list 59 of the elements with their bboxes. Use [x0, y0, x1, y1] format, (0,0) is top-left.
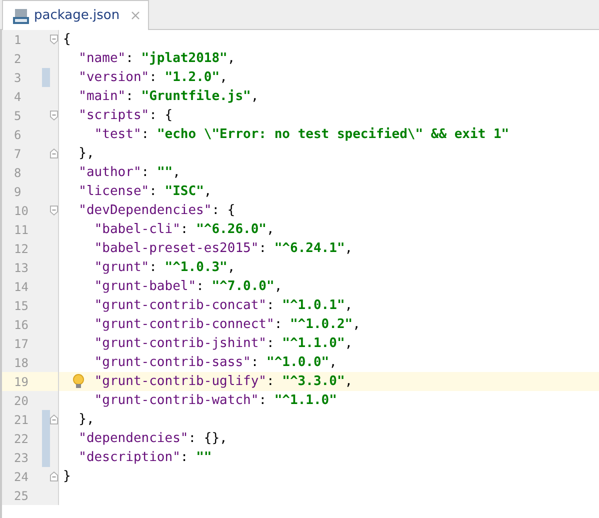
- line-number: 3: [13, 70, 22, 84]
- line-number: 15: [13, 298, 30, 312]
- code-line: "author": "",: [78, 165, 180, 180]
- json-file-icon: [13, 8, 29, 24]
- line-number: 24: [13, 470, 30, 484]
- lightbulb-icon[interactable]: [73, 374, 84, 388]
- code-line: "babel-preset-es2015": "^6.24.1",: [94, 241, 353, 256]
- code-line: },: [78, 146, 94, 161]
- fold-icon[interactable]: [50, 414, 58, 425]
- line-number: 20: [13, 394, 30, 408]
- line-number: 9: [13, 184, 22, 198]
- code-line: "scripts": {: [78, 108, 173, 123]
- code-line: "dependencies": {},: [78, 431, 228, 446]
- line-number: 1: [13, 32, 22, 46]
- line-number: 16: [13, 318, 30, 332]
- fold-icon[interactable]: [50, 148, 58, 159]
- line-number: 4: [13, 90, 22, 104]
- fold-icon[interactable]: [50, 205, 58, 216]
- line-number: 17: [13, 336, 30, 350]
- fold-icon[interactable]: [50, 110, 58, 121]
- code-line: "main": "Gruntfile.js",: [78, 89, 259, 104]
- line-number: 18: [13, 356, 30, 370]
- code-line: "grunt-contrib-watch": "^1.1.0": [94, 393, 337, 408]
- line-number: 22: [13, 432, 30, 446]
- code-line: "test": "echo \"Error: no test specified\" && exit 1": [94, 127, 510, 142]
- line-number: 6: [13, 128, 22, 142]
- fold-icon[interactable]: [50, 471, 58, 482]
- code-line: }: [63, 469, 71, 484]
- code-line: "grunt-contrib-uglify": "^3.3.0",: [94, 374, 353, 389]
- line-number: 19: [13, 374, 30, 388]
- code-line: "babel-cli": "^6.26.0",: [94, 222, 274, 237]
- file-tab[interactable]: package.json: [2, 0, 149, 30]
- line-number: 2: [13, 52, 22, 66]
- code-line: "version": "1.2.0",: [78, 70, 228, 85]
- line-number: 12: [13, 242, 30, 256]
- code-line: "license": "ISC",: [78, 184, 212, 199]
- code-line: "grunt": "^1.0.3",: [94, 260, 236, 275]
- code-line: "grunt-contrib-connect": "^1.0.2",: [94, 317, 360, 332]
- code-line: "grunt-contrib-jshint": "^1.1.0",: [94, 336, 353, 351]
- line-number: 10: [13, 204, 30, 218]
- code-line: "name": "jplat2018",: [78, 51, 236, 66]
- close-icon: [130, 11, 140, 20]
- line-number: 14: [13, 280, 30, 294]
- line-number: 7: [13, 146, 22, 160]
- fold-icon[interactable]: [50, 34, 58, 45]
- code-line: "grunt-contrib-sass": "^1.0.0",: [94, 355, 337, 370]
- code-line: "grunt-babel": "^7.0.0",: [94, 279, 282, 294]
- code-line: "devDependencies": {: [78, 203, 236, 218]
- line-number: 11: [13, 222, 30, 236]
- code-line: },: [78, 412, 94, 427]
- code-line: "description": "": [78, 450, 212, 465]
- line-number: 13: [13, 260, 30, 274]
- line-number: 8: [13, 166, 22, 180]
- line-number: 23: [13, 450, 30, 464]
- code-line: {: [63, 32, 71, 47]
- line-number: 5: [13, 108, 22, 122]
- line-number: 25: [13, 488, 30, 502]
- code-line: "grunt-contrib-concat": "^1.0.1",: [94, 298, 353, 313]
- line-number: 21: [13, 412, 30, 426]
